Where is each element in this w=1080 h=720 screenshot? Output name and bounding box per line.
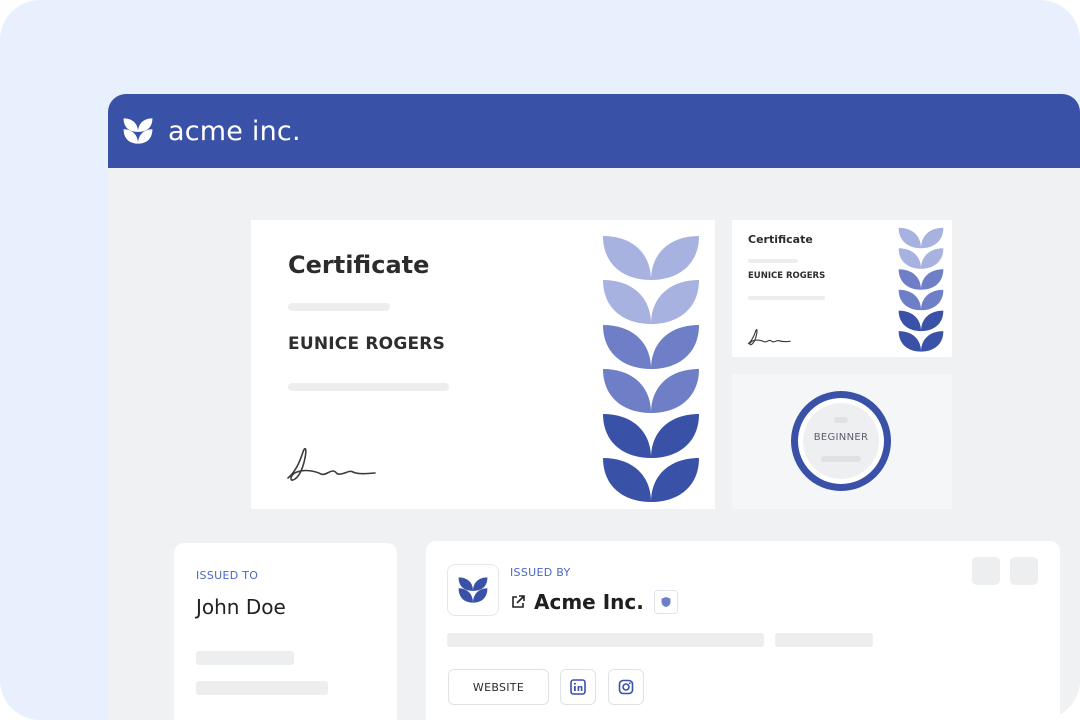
external-link-icon[interactable] (510, 594, 526, 610)
linkedin-button[interactable] (560, 669, 596, 705)
placeholder-line (447, 633, 764, 647)
issuer-name[interactable]: Acme Inc. (534, 590, 644, 614)
thumbnail-recipient-name: EUNICE ROGERS (748, 271, 826, 281)
placeholder-line (748, 259, 798, 263)
issued-to-card: ISSUED TO John Doe (174, 543, 397, 720)
instagram-icon (618, 679, 634, 695)
issued-by-label: ISSUED BY (510, 566, 571, 579)
linkedin-icon (570, 679, 586, 695)
issuer-logo (447, 564, 499, 616)
issuer-row: Acme Inc. (510, 590, 678, 614)
instagram-button[interactable] (608, 669, 644, 705)
background-frame: acme inc. Certificate EUNICE ROGERS Cert… (0, 0, 1080, 720)
website-button[interactable]: WEBSITE (448, 669, 549, 705)
placeholder-line (196, 651, 294, 665)
action-placeholder-button[interactable] (1010, 557, 1038, 585)
top-bar: acme inc. (108, 94, 1080, 168)
badge-thumbnail[interactable]: BEGINNER (732, 374, 952, 509)
leaf-logo-icon (123, 118, 153, 144)
signature-icon (287, 447, 376, 481)
leaf-pattern-decoration (603, 236, 699, 502)
placeholder-line (288, 383, 449, 391)
certificate-preview[interactable]: Certificate EUNICE ROGERS (251, 220, 715, 509)
placeholder-line (775, 633, 873, 647)
action-placeholder-button[interactable] (972, 557, 1000, 585)
placeholder-line (748, 296, 825, 300)
thumbnail-title: Certificate (748, 233, 813, 246)
brand-name: acme inc. (168, 115, 301, 147)
signature-icon (747, 329, 791, 346)
verified-shield-icon (653, 590, 678, 614)
badge-label: BEGINNER (813, 432, 869, 443)
issued-to-label: ISSUED TO (196, 569, 259, 582)
placeholder-line (196, 681, 328, 695)
leaf-pattern-decoration (898, 227, 944, 352)
recipient-name: John Doe (196, 595, 286, 619)
certificate-thumbnail[interactable]: Certificate EUNICE ROGERS (732, 220, 952, 357)
issued-by-card: ISSUED BY Acme Inc. WEBSITE (426, 541, 1060, 720)
certificate-title: Certificate (288, 251, 430, 279)
placeholder-line (288, 303, 390, 311)
leaf-logo-icon (458, 577, 488, 603)
app-window: acme inc. Certificate EUNICE ROGERS Cert… (108, 94, 1080, 720)
certificate-recipient-name: EUNICE ROGERS (288, 334, 446, 354)
